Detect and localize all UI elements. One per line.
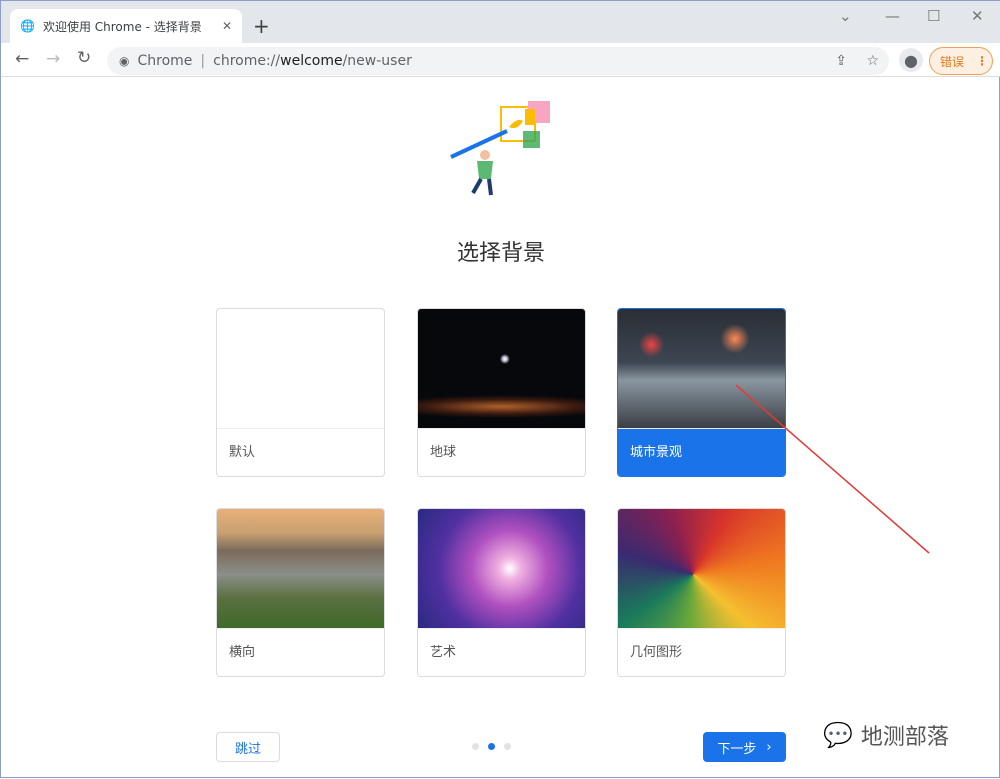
option-label: 城市景观 — [618, 429, 785, 476]
landscape-preview — [217, 509, 384, 629]
tab-title: 欢迎使用 Chrome - 选择背景 — [42, 19, 202, 34]
tab-welcome[interactable]: 🌐 欢迎使用 Chrome - 选择背景 ✕ — [10, 9, 242, 43]
maximize-button[interactable]: ☐ — [927, 7, 940, 25]
globe-icon: 🌐 — [20, 19, 35, 33]
toolbar: ← → ↻ ◉ Chrome | chrome://welcome/new-us… — [1, 43, 1000, 77]
minimize-button[interactable]: — — [885, 7, 900, 25]
option-label: 艺术 — [430, 645, 457, 660]
url-path: /new-user — [342, 53, 412, 69]
art-preview — [418, 509, 585, 629]
page-title: 选择背景 — [456, 241, 545, 266]
bookmark-star-icon[interactable]: ☆ — [866, 53, 879, 69]
tab-search-icon[interactable]: ⌄ — [839, 7, 852, 25]
forward-icon[interactable]: → — [46, 49, 60, 69]
close-window-button[interactable]: ✕ — [971, 7, 984, 25]
chevron-right-icon: › — [766, 739, 772, 755]
step-dot-2-active — [488, 743, 495, 750]
background-option-default[interactable]: 默认 — [216, 308, 385, 477]
profile-error-button[interactable]: 错误 ⋮ — [929, 47, 993, 75]
background-option-geometric[interactable]: 几何图形 — [617, 508, 786, 677]
earth-preview — [418, 309, 585, 429]
geometric-preview — [618, 509, 785, 629]
address-bar[interactable]: ◉ Chrome | chrome://welcome/new-user ⇪ ☆ — [107, 47, 889, 75]
back-icon[interactable]: ← — [15, 49, 29, 69]
profile-avatar-icon[interactable]: ● — [899, 48, 923, 72]
chrome-icon: ◉ — [119, 54, 130, 68]
step-dot-1 — [472, 743, 479, 750]
new-tab-button[interactable]: + — [253, 14, 270, 38]
error-label: 错误 — [940, 54, 965, 69]
option-label: 几何图形 — [630, 645, 683, 660]
next-button[interactable]: 下一步 › — [703, 732, 786, 762]
share-icon[interactable]: ⇪ — [835, 53, 847, 69]
default-preview — [217, 309, 384, 429]
background-option-earth[interactable]: 地球 — [417, 308, 586, 477]
next-label: 下一步 — [717, 741, 757, 757]
watermark-text: 地测部落 — [860, 725, 949, 750]
step-dot-3 — [504, 743, 511, 750]
option-label: 地球 — [430, 445, 457, 460]
wechat-icon: 💬 — [823, 721, 853, 749]
url-prefix: chrome:// — [213, 53, 281, 69]
option-label: 横向 — [229, 645, 256, 660]
welcome-illustration — [450, 101, 550, 196]
close-tab-icon[interactable]: ✕ — [222, 19, 232, 33]
skip-button[interactable]: 跳过 — [216, 732, 280, 762]
option-label: 默认 — [229, 445, 256, 460]
url-host: welcome — [280, 53, 343, 69]
watermark: 💬 地测部落 — [823, 719, 949, 751]
cityscape-preview — [618, 309, 785, 429]
background-option-art[interactable]: 艺术 — [417, 508, 586, 677]
background-option-landscape[interactable]: 横向 — [216, 508, 385, 677]
tab-strip: 🌐 欢迎使用 Chrome - 选择背景 ✕ + ⌄ — ☐ ✕ — [1, 1, 1000, 43]
site-label: Chrome — [137, 53, 193, 69]
menu-icon: ⋮ — [976, 54, 989, 68]
reload-icon[interactable]: ↻ — [77, 48, 91, 68]
background-option-cityscape[interactable]: 城市景观 — [617, 308, 786, 477]
